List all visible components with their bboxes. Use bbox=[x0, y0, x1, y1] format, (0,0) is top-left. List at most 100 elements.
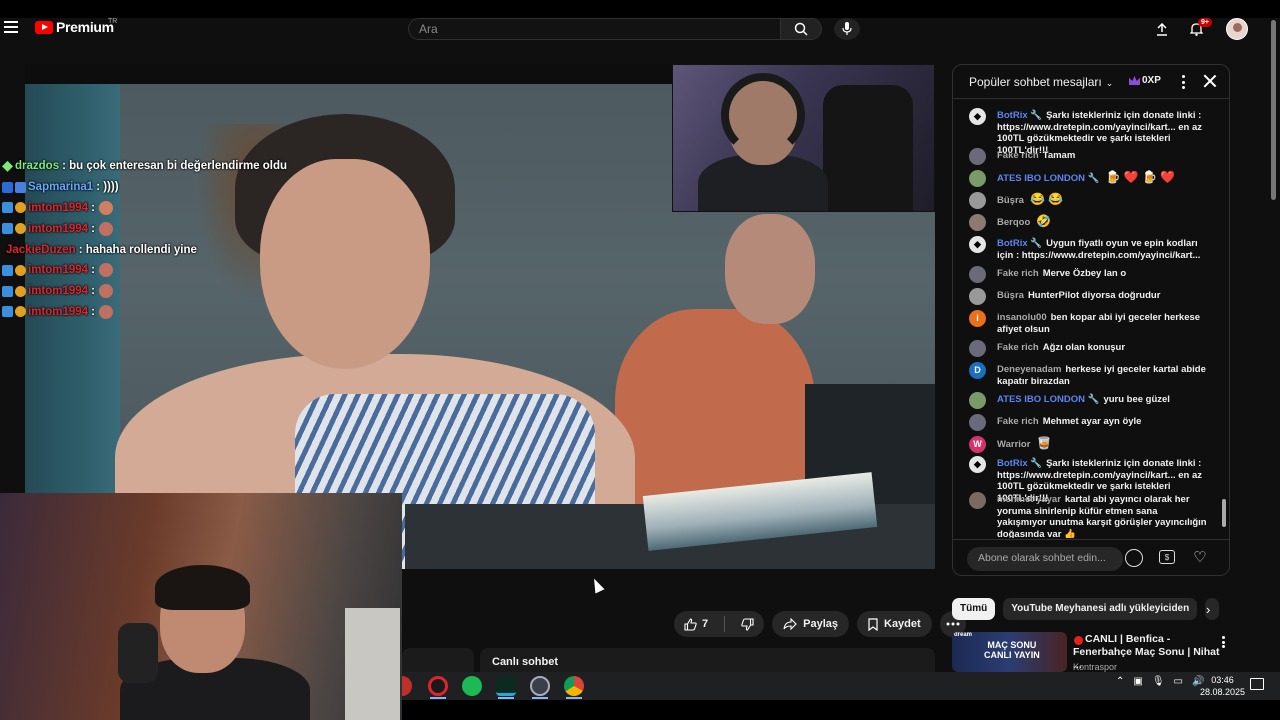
chevron-right-icon[interactable]: › bbox=[1206, 602, 1220, 617]
overlay-chat-message: : bbox=[91, 222, 95, 235]
bot-avatar: ◆ bbox=[969, 108, 986, 125]
tray-chevron-up-icon[interactable]: ⌃ bbox=[1116, 676, 1124, 687]
emote-icon bbox=[98, 221, 113, 236]
save-label: Kaydet bbox=[884, 618, 921, 630]
overlay-chat-user: imtom1994 bbox=[28, 305, 89, 318]
save-button[interactable]: Kaydet bbox=[857, 611, 932, 637]
chat-title: Popüler sohbet mesajları bbox=[969, 75, 1102, 89]
active-app-indicator bbox=[498, 697, 514, 699]
video-thumbnail[interactable]: dream MAÇ SONU CANLI YAYIN bbox=[952, 632, 1067, 672]
subscriber-badge-icon bbox=[15, 223, 26, 235]
menu-icon[interactable] bbox=[4, 21, 18, 33]
system-clock[interactable]: 03:46 28.08.2025 bbox=[1200, 674, 1245, 698]
subscriber-badge-icon bbox=[15, 285, 26, 297]
overlay-chat-line: imtom1994 : bbox=[2, 281, 332, 302]
recommended-video[interactable]: dream MAÇ SONU CANLI YAYIN CANLI | Benfi… bbox=[952, 632, 1270, 672]
user-avatar bbox=[969, 148, 986, 165]
chat-mode-dropdown[interactable]: Popüler sohbet mesajları ⌄ bbox=[969, 75, 1113, 89]
chat-text: 🤣 bbox=[1036, 214, 1052, 228]
close-chat-icon[interactable] bbox=[1203, 74, 1217, 88]
heart-icon[interactable]: ♡ bbox=[1189, 546, 1211, 568]
user-avatar bbox=[969, 170, 986, 187]
xp-badge[interactable]: 0XP bbox=[1129, 75, 1161, 86]
chat-author: Warrior bbox=[997, 439, 1031, 450]
masthead: Premium TR Ara 9+ bbox=[0, 18, 1265, 40]
chat-author: mehmet yayar bbox=[997, 494, 1061, 505]
notification-center-icon[interactable] bbox=[1250, 678, 1264, 690]
tray-app-icon[interactable]: ▣ bbox=[1133, 676, 1142, 687]
chat-message-input[interactable]: Abone olarak sohbet edin... bbox=[967, 547, 1123, 571]
chat-input-row: Abone olarak sohbet edin... $ ♡ bbox=[953, 539, 1229, 575]
bookmark-icon bbox=[868, 617, 878, 631]
shield-icon bbox=[2, 223, 13, 235]
overlay-chat-message: : bbox=[91, 264, 95, 277]
dislike-button[interactable] bbox=[731, 611, 764, 637]
shield-icon bbox=[2, 264, 13, 276]
chat-author: BotRix 🔧 bbox=[997, 238, 1043, 249]
user-avatar bbox=[969, 340, 986, 357]
user-avatar bbox=[969, 266, 986, 283]
chrome-icon[interactable] bbox=[564, 676, 584, 696]
overlay-chat-line: drazdos : bu çok enteresan bi değerlendi… bbox=[2, 156, 332, 177]
emote-icon bbox=[98, 284, 113, 299]
chat-author: insanolu00 bbox=[997, 312, 1047, 323]
voice-search-button[interactable] bbox=[834, 18, 860, 40]
thumbs-down-icon bbox=[741, 617, 754, 631]
windows-taskbar: ⌃ ▣ 🎙 ▭ 🔊 03:46 28.08.2025 bbox=[402, 672, 1280, 700]
more-vertical-icon[interactable] bbox=[1222, 636, 1226, 648]
video-actions: 7 Paylaş Kaydet bbox=[674, 611, 966, 637]
chat-scrollbar-thumb[interactable] bbox=[1222, 499, 1226, 527]
chat-options-icon[interactable] bbox=[1177, 75, 1189, 89]
page-scrollbar-thumb[interactable] bbox=[1271, 20, 1276, 200]
chat-author: Fake rich bbox=[997, 268, 1039, 279]
chat-scrollbar[interactable] bbox=[1221, 101, 1227, 537]
terminal-icon[interactable] bbox=[496, 676, 516, 696]
user-avatar bbox=[969, 214, 986, 231]
search-button[interactable] bbox=[780, 18, 822, 40]
chat-header: Popüler sohbet mesajları ⌄ 0XP bbox=[953, 65, 1229, 99]
upload-icon[interactable] bbox=[1152, 20, 1172, 38]
chat-author: Deneyenadam bbox=[997, 364, 1062, 375]
microphone-icon bbox=[842, 22, 852, 35]
user-avatar: W bbox=[969, 436, 986, 453]
chat-text: 🥃 bbox=[1036, 436, 1052, 450]
like-button[interactable]: 7 bbox=[674, 611, 718, 637]
recommended-video-channel[interactable]: Kontraspor bbox=[1073, 662, 1117, 672]
network-icon[interactable]: ▭ bbox=[1174, 676, 1183, 687]
spotify-icon[interactable] bbox=[462, 676, 482, 696]
mic-tray-icon[interactable]: 🎙 bbox=[1152, 676, 1165, 687]
chat-author: BotRix 🔧 bbox=[997, 110, 1043, 121]
chevron-down-icon: ⌄ bbox=[1105, 78, 1114, 88]
opera-gx-icon[interactable] bbox=[428, 676, 448, 696]
active-app-indicator bbox=[566, 697, 582, 699]
overlay-chat-line: imtom1994 : bbox=[2, 198, 332, 219]
chat-message-list[interactable]: ◆ BotRix 🔧 Şarkı istekleriniz için donate… bbox=[953, 100, 1223, 538]
chip-uploader[interactable]: YouTube Meyhanesi adlı yükleyiciden bbox=[1003, 598, 1198, 620]
chat-strip-left bbox=[402, 648, 474, 672]
overlay-chat-user: JackieDuzen bbox=[6, 243, 76, 256]
chat-author: Fake rich bbox=[997, 416, 1039, 427]
emoji-icon[interactable] bbox=[1125, 549, 1143, 567]
chat-author: BotRix 🔧 bbox=[997, 458, 1043, 469]
youtube-premium-logo[interactable]: Premium bbox=[35, 19, 114, 35]
chip-all[interactable]: Tümü bbox=[952, 598, 996, 620]
like-dislike-group: 7 bbox=[674, 611, 765, 637]
youtube-play-icon bbox=[35, 20, 53, 34]
page-scrollbar[interactable] bbox=[1270, 18, 1278, 718]
active-app-indicator bbox=[430, 697, 446, 699]
account-avatar[interactable] bbox=[1226, 18, 1248, 40]
share-button[interactable]: Paylaş bbox=[772, 611, 849, 637]
user-avatar bbox=[969, 288, 986, 305]
chat-text: 😂 😂 bbox=[1029, 192, 1064, 206]
live-chat-header[interactable]: Canlı sohbet bbox=[480, 648, 935, 672]
overlay-chat-user: imtom1994 bbox=[28, 222, 89, 235]
search-input[interactable]: Ara bbox=[408, 18, 780, 40]
diamond-icon bbox=[2, 160, 13, 172]
media-app-icon[interactable] bbox=[530, 676, 550, 696]
top-black-bar bbox=[0, 0, 1280, 18]
user-avatar bbox=[969, 492, 986, 509]
chat-text: Merve Özbey lan o bbox=[1042, 268, 1127, 279]
super-chat-icon[interactable]: $ bbox=[1159, 550, 1175, 564]
chat-author: Büşra bbox=[997, 195, 1024, 206]
taskbar-app-icon[interactable] bbox=[402, 676, 412, 696]
